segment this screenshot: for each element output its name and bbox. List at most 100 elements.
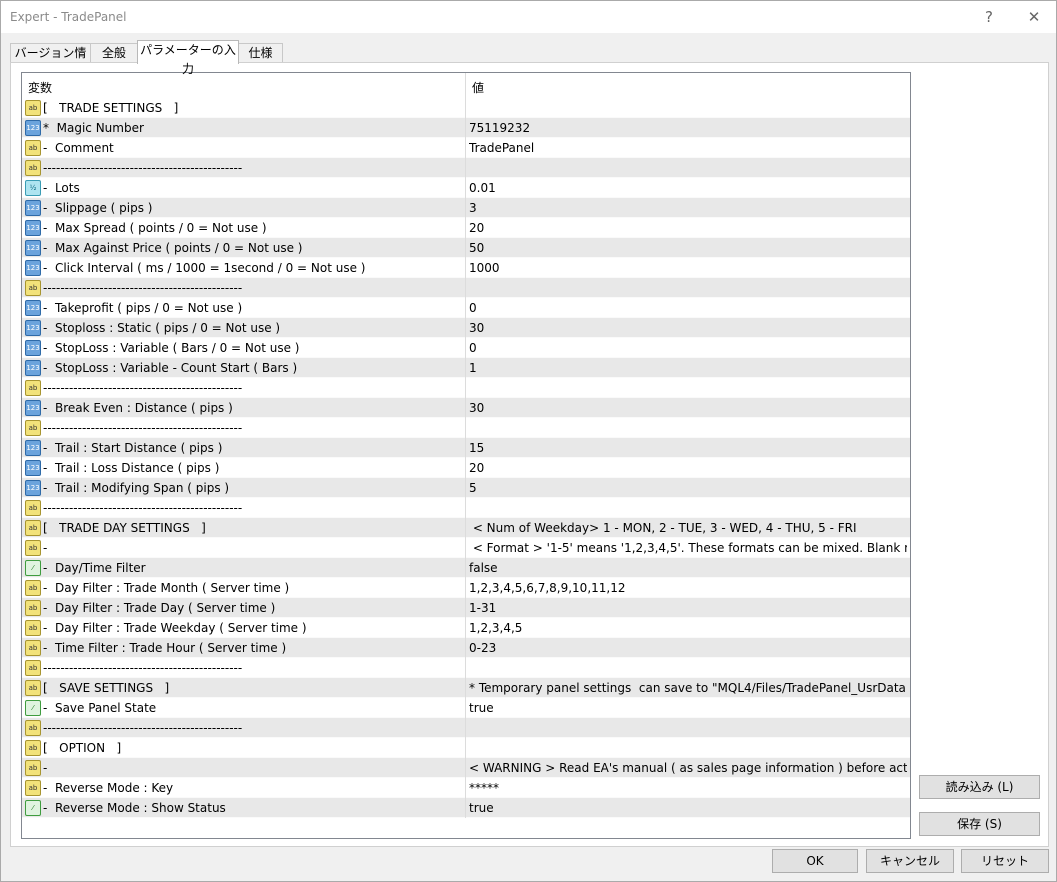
parameter-value[interactable]: 0: [469, 301, 907, 315]
parameter-value[interactable]: 75119232: [469, 121, 907, 135]
parameter-row[interactable]: ab[ SAVE SETTINGS ] * Temporary panel set…: [22, 678, 910, 698]
string-type-icon: ab: [25, 540, 41, 556]
parameter-value[interactable]: 20: [469, 461, 907, 475]
parameter-value[interactable]: 1-31: [469, 601, 907, 615]
parameter-name: * Magic Number: [43, 121, 144, 135]
parameter-value[interactable]: 0: [469, 341, 907, 355]
parameter-value[interactable]: < Num of Weekday> 1 - MON, 2 - TUE, 3 - …: [469, 521, 907, 535]
parameter-value[interactable]: 20: [469, 221, 907, 235]
parameter-row[interactable]: ab[ TRADE SETTINGS ]: [22, 98, 910, 118]
parameter-name: - Max Spread ( points / 0 = Not use ): [43, 221, 267, 235]
parameter-row[interactable]: ab --------------------------------------…: [22, 718, 910, 738]
parameter-row[interactable]: ab[ TRADE DAY SETTINGS ] < Num of Weekda…: [22, 518, 910, 538]
parameter-value[interactable]: < Format > '1-5' means '1,2,3,4,5'. Thes…: [469, 541, 907, 555]
string-type-icon: ab: [25, 140, 41, 156]
parameter-row[interactable]: ab - Day Filter : Trade Weekday ( Server …: [22, 618, 910, 638]
parameter-row[interactable]: ab --------------------------------------…: [22, 378, 910, 398]
string-type-icon: ab: [25, 640, 41, 656]
parameter-row[interactable]: ab - Day Filter : Trade Day ( Server time…: [22, 598, 910, 618]
ok-button[interactable]: OK: [772, 849, 858, 873]
parameter-row[interactable]: ab - < Format > '1-5' means '1,2,3,4,5'. …: [22, 538, 910, 558]
parameter-name: - Reverse Mode : Key: [43, 781, 174, 795]
parameter-row[interactable]: ab - < WARNING > Read EA's manual ( as sal…: [22, 758, 910, 778]
parameter-row[interactable]: ab --------------------------------------…: [22, 658, 910, 678]
parameter-row[interactable]: ab - Time Filter : Trade Hour ( Server ti…: [22, 638, 910, 658]
parameter-value[interactable]: 0-23: [469, 641, 907, 655]
parameter-value[interactable]: < WARNING > Read EA's manual ( as sales …: [469, 761, 907, 775]
parameter-row[interactable]: ab - Day Filter : Trade Month ( Server ti…: [22, 578, 910, 598]
parameter-row[interactable]: ab --------------------------------------…: [22, 498, 910, 518]
parameter-row[interactable]: ½- Lots 0.01: [22, 178, 910, 198]
parameter-row[interactable]: ⁄ - Save Panel State true: [22, 698, 910, 718]
parameter-row[interactable]: 123- Stoploss : Static ( pips / 0 = Not …: [22, 318, 910, 338]
parameter-value[interactable]: 30: [469, 321, 907, 335]
parameter-row[interactable]: ab[ OPTION ]: [22, 738, 910, 758]
parameter-name: - Lots: [43, 181, 80, 195]
parameter-row[interactable]: 123- StopLoss : Variable ( Bars / 0 = No…: [22, 338, 910, 358]
parameters-grid[interactable]: 変数 値 ab[ TRADE SETTINGS ] 123 * Magic Numb…: [21, 72, 911, 839]
parameter-row[interactable]: 123- Trail : Start Distance ( pips ) 15: [22, 438, 910, 458]
parameter-value[interactable]: false: [469, 561, 907, 575]
integer-type-icon: 123: [25, 480, 41, 496]
parameter-row[interactable]: ab --------------------------------------…: [22, 278, 910, 298]
parameter-row[interactable]: ab --------------------------------------…: [22, 418, 910, 438]
parameter-value[interactable]: 1: [469, 361, 907, 375]
parameter-name: - Day Filter : Trade Month ( Server time…: [43, 581, 290, 595]
parameter-row[interactable]: 123- Takeprofit ( pips / 0 = Not use ) 0: [22, 298, 910, 318]
parameter-value[interactable]: 30: [469, 401, 907, 415]
tab-version-info[interactable]: バージョン情報: [10, 43, 91, 79]
parameter-row[interactable]: 123 * Magic Number 75119232: [22, 118, 910, 138]
integer-type-icon: 123: [25, 200, 41, 216]
parameter-row[interactable]: 123- Max Against Price ( points / 0 = No…: [22, 238, 910, 258]
parameter-row[interactable]: ab --------------------------------------…: [22, 158, 910, 178]
parameter-row[interactable]: 123- Click Interval ( ms / 1000 = 1secon…: [22, 258, 910, 278]
parameter-row[interactable]: 123- StopLoss : Variable - Count Start (…: [22, 358, 910, 378]
header-value[interactable]: 値: [472, 79, 484, 96]
load-button[interactable]: 読み込み (L): [919, 775, 1040, 799]
parameter-name: [ TRADE SETTINGS ]: [43, 101, 179, 115]
string-type-icon: ab: [25, 740, 41, 756]
parameter-name: - Takeprofit ( pips / 0 = Not use ): [43, 301, 243, 315]
parameter-row[interactable]: ⁄ - Reverse Mode : Show Status true: [22, 798, 910, 818]
parameter-value[interactable]: 1,2,3,4,5,6,7,8,9,10,11,12: [469, 581, 907, 595]
parameter-name: - Day/Time Filter: [43, 561, 146, 575]
parameter-row[interactable]: ab - Comment TradePanel: [22, 138, 910, 158]
cancel-button[interactable]: キャンセル: [866, 849, 954, 873]
integer-type-icon: 123: [25, 400, 41, 416]
parameter-value[interactable]: 15: [469, 441, 907, 455]
parameter-value[interactable]: TradePanel: [469, 141, 907, 155]
parameter-row[interactable]: 123- Trail : Modifying Span ( pips ) 5: [22, 478, 910, 498]
parameter-row[interactable]: 123- Slippage ( pips ) 3: [22, 198, 910, 218]
parameter-name: - Click Interval ( ms / 1000 = 1second /…: [43, 261, 366, 275]
parameter-value[interactable]: 0.01: [469, 181, 907, 195]
parameter-value[interactable]: true: [469, 801, 907, 815]
reset-button[interactable]: リセット: [961, 849, 1049, 873]
parameter-value[interactable]: true: [469, 701, 907, 715]
parameter-value[interactable]: 5: [469, 481, 907, 495]
help-button[interactable]: ?: [974, 5, 1004, 29]
string-type-icon: ab: [25, 280, 41, 296]
parameter-value[interactable]: *****: [469, 781, 907, 795]
parameter-value[interactable]: * Temporary panel settings can save to "…: [469, 681, 907, 695]
boolean-type-icon: ⁄: [25, 800, 41, 816]
parameter-row[interactable]: 123- Trail : Loss Distance ( pips ) 20: [22, 458, 910, 478]
integer-type-icon: 123: [25, 300, 41, 316]
parameter-row[interactable]: ⁄ - Day/Time Filter false: [22, 558, 910, 578]
header-variable[interactable]: 変数: [28, 79, 52, 96]
boolean-type-icon: ⁄: [25, 700, 41, 716]
parameter-row[interactable]: ab - Reverse Mode : Key *****: [22, 778, 910, 798]
parameter-row[interactable]: 123- Max Spread ( points / 0 = Not use )…: [22, 218, 910, 238]
integer-type-icon: 123: [25, 340, 41, 356]
close-button[interactable]: ✕: [1019, 5, 1049, 29]
parameter-value[interactable]: 1000: [469, 261, 907, 275]
parameter-value[interactable]: 3: [469, 201, 907, 215]
tab-parameters[interactable]: パラメーターの入力: [137, 40, 239, 76]
string-type-icon: ab: [25, 420, 41, 436]
parameter-name: ----------------------------------------…: [43, 661, 243, 675]
tab-specification[interactable]: 仕様: [238, 43, 283, 63]
tab-general[interactable]: 全般: [90, 43, 138, 63]
parameter-row[interactable]: 123- Break Even : Distance ( pips ) 30: [22, 398, 910, 418]
parameter-value[interactable]: 50: [469, 241, 907, 255]
save-button[interactable]: 保存 (S): [919, 812, 1040, 836]
parameter-value[interactable]: 1,2,3,4,5: [469, 621, 907, 635]
